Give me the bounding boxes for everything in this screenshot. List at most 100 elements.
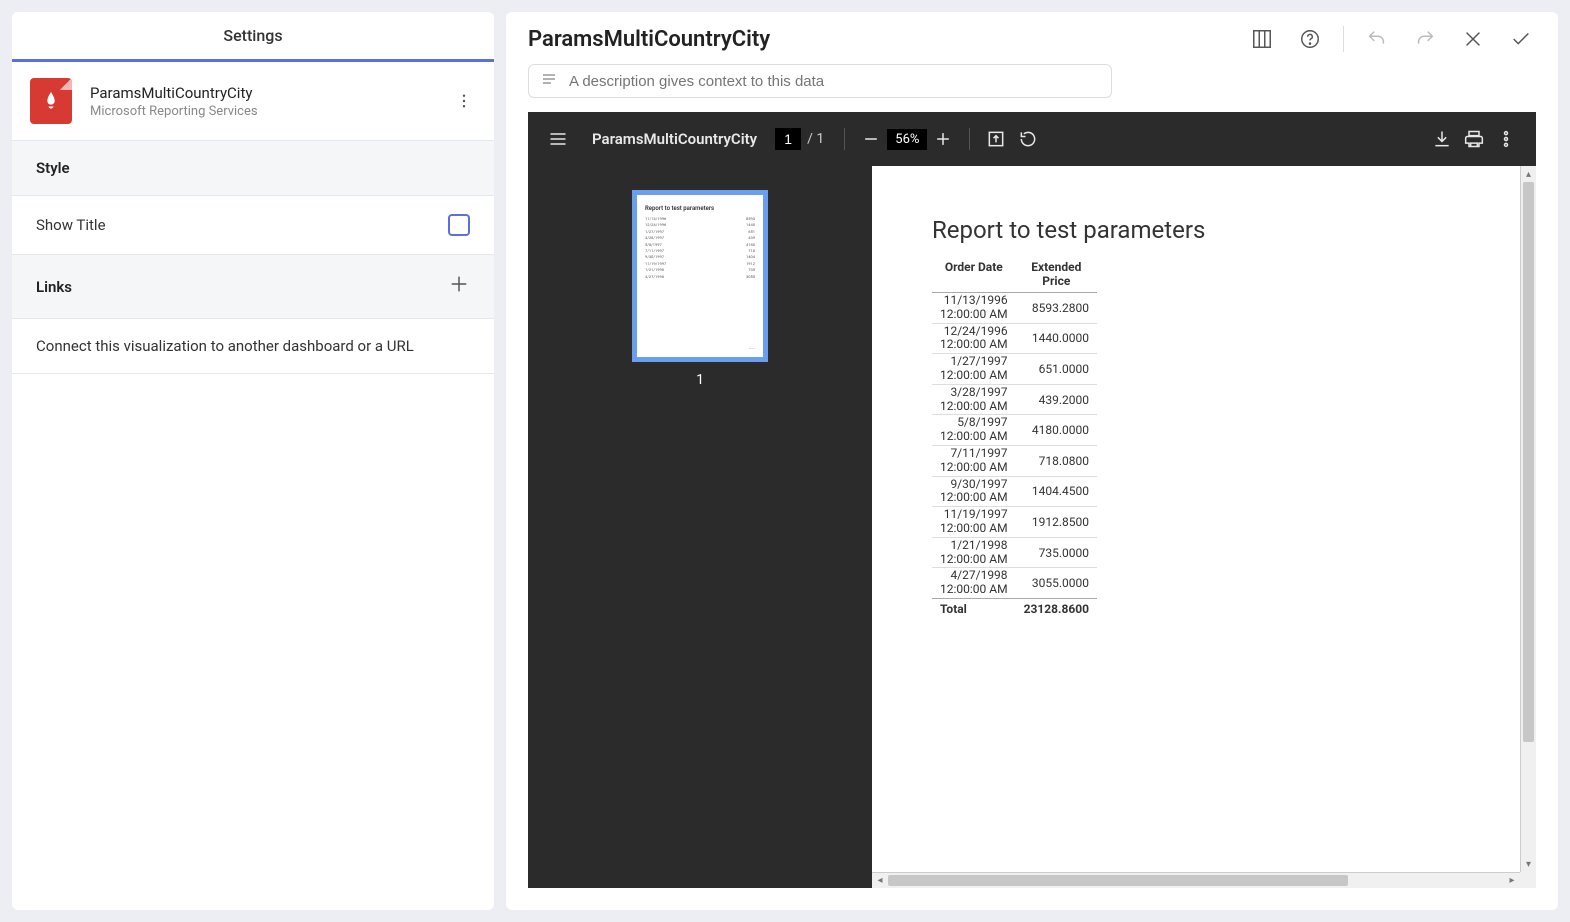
table-row: 5/8/199712:00:00 AM4180.0000 [932, 415, 1097, 446]
cell-price: 8593.2800 [1016, 293, 1097, 324]
report-source: Microsoft Reporting Services [90, 104, 452, 119]
cell-date: 5/8/199712:00:00 AM [932, 415, 1016, 446]
col-order-date: Order Date [932, 258, 1016, 293]
description-field[interactable] [528, 64, 1112, 98]
preview-panel: ParamsMultiCountryCity [506, 12, 1558, 910]
report-table: Order Date ExtendedPrice 11/13/199612:00… [932, 258, 1097, 617]
viewer-doc-title: ParamsMultiCountryCity [592, 130, 757, 148]
links-label: Links [36, 278, 72, 296]
scroll-right-icon[interactable]: ▸ [1504, 873, 1520, 888]
page-thumbnail[interactable]: Report to test parameters 11/13/19968593… [632, 190, 768, 362]
viewer-menu-icon[interactable] [542, 123, 574, 155]
report-source-row: ParamsMultiCountryCity Microsoft Reporti… [12, 62, 494, 141]
cell-date: 7/11/199712:00:00 AM [932, 445, 1016, 476]
cell-date: 11/13/199612:00:00 AM [932, 293, 1016, 324]
viewer-more-button[interactable] [1490, 123, 1522, 155]
cell-price: 1404.4500 [1016, 476, 1097, 507]
separator [844, 128, 845, 150]
page-total: / 1 [807, 131, 824, 147]
horizontal-scrollbar[interactable]: ◂ ▸ [872, 872, 1520, 888]
table-row: 11/13/199612:00:00 AM8593.2800 [932, 293, 1097, 324]
table-row: 1/27/199712:00:00 AM651.0000 [932, 354, 1097, 385]
cell-price: 3055.0000 [1016, 568, 1097, 599]
cell-price: 651.0000 [1016, 354, 1097, 385]
total-value: 23128.8600 [1016, 598, 1097, 617]
zoom-in-button[interactable] [927, 123, 959, 155]
report-page: Report to test parameters Order Date Ext… [872, 166, 1536, 667]
scroll-up-icon[interactable]: ▴ [1521, 166, 1536, 182]
cell-price: 1912.8500 [1016, 507, 1097, 538]
cell-price: 4180.0000 [1016, 415, 1097, 446]
scroll-down-icon[interactable]: ▾ [1521, 856, 1536, 872]
pdf-icon [30, 78, 72, 124]
table-row: 9/30/199712:00:00 AM1404.4500 [932, 476, 1097, 507]
redo-button[interactable] [1410, 24, 1440, 54]
pdf-viewer: ParamsMultiCountryCity / 1 56% [528, 112, 1536, 888]
undo-button[interactable] [1362, 24, 1392, 54]
table-row: 11/19/199712:00:00 AM1912.8500 [932, 507, 1097, 538]
page-number-input[interactable] [775, 128, 801, 150]
rotate-button[interactable] [1012, 123, 1044, 155]
add-link-button[interactable] [448, 273, 470, 300]
page-pane[interactable]: Report to test parameters Order Date Ext… [872, 166, 1536, 888]
links-help-text: Connect this visualization to another da… [12, 319, 494, 374]
viewer-body: Report to test parameters 11/13/19968593… [528, 166, 1536, 888]
report-meta: ParamsMultiCountryCity Microsoft Reporti… [90, 84, 452, 119]
zoom-out-button[interactable] [855, 123, 887, 155]
confirm-button[interactable] [1506, 24, 1536, 54]
separator [969, 128, 970, 150]
cell-date: 1/21/199812:00:00 AM [932, 537, 1016, 568]
vertical-scrollbar[interactable]: ▴ ▾ [1520, 166, 1536, 872]
total-row: Total23128.8600 [932, 598, 1097, 617]
table-row: 3/28/199712:00:00 AM439.2000 [932, 384, 1097, 415]
viewer-toolbar: ParamsMultiCountryCity / 1 56% [528, 112, 1536, 166]
report-name: ParamsMultiCountryCity [90, 84, 452, 102]
total-label: Total [932, 598, 1016, 617]
cell-price: 718.0800 [1016, 445, 1097, 476]
report-title: Report to test parameters [932, 216, 1476, 244]
close-button[interactable] [1458, 24, 1488, 54]
description-input[interactable] [569, 73, 1101, 90]
cell-date: 4/27/199812:00:00 AM [932, 568, 1016, 599]
grid-icon[interactable] [1247, 24, 1277, 54]
table-row: 12/24/199612:00:00 AM1440.0000 [932, 323, 1097, 354]
zoom-value[interactable]: 56% [887, 129, 927, 150]
links-section-header: Links [12, 255, 494, 319]
table-row: 4/27/199812:00:00 AM3055.0000 [932, 568, 1097, 599]
top-bar: ParamsMultiCountryCity [528, 24, 1536, 54]
fit-page-button[interactable] [980, 123, 1012, 155]
cell-date: 9/30/199712:00:00 AM [932, 476, 1016, 507]
show-title-checkbox[interactable] [448, 214, 470, 236]
description-icon [539, 71, 559, 91]
show-title-row: Show Title [12, 196, 494, 255]
settings-tab[interactable]: Settings [12, 12, 494, 62]
cell-date: 11/19/199712:00:00 AM [932, 507, 1016, 538]
cell-price: 735.0000 [1016, 537, 1097, 568]
vertical-scroll-thumb[interactable] [1523, 182, 1534, 742]
top-actions [1247, 24, 1536, 54]
thumb-title: Report to test parameters [645, 205, 755, 212]
cell-price: 1440.0000 [1016, 323, 1097, 354]
col-extended-price: ExtendedPrice [1016, 258, 1097, 293]
cell-date: 1/27/199712:00:00 AM [932, 354, 1016, 385]
cell-price: 439.2000 [1016, 384, 1097, 415]
print-button[interactable] [1458, 123, 1490, 155]
cell-date: 3/28/199712:00:00 AM [932, 384, 1016, 415]
report-menu-button[interactable] [452, 89, 476, 113]
visualization-title[interactable]: ParamsMultiCountryCity [528, 27, 770, 52]
thumb-footer: —— [749, 346, 755, 351]
table-row: 1/21/199812:00:00 AM735.0000 [932, 537, 1097, 568]
cell-date: 12/24/199612:00:00 AM [932, 323, 1016, 354]
horizontal-scroll-thumb[interactable] [888, 875, 1348, 886]
show-title-label: Show Title [36, 216, 106, 234]
thumbnail-pane: Report to test parameters 11/13/19968593… [528, 166, 872, 888]
separator [1343, 26, 1344, 52]
scroll-left-icon[interactable]: ◂ [872, 873, 888, 888]
scroll-corner [1520, 872, 1536, 888]
help-icon[interactable] [1295, 24, 1325, 54]
table-row: 7/11/199712:00:00 AM718.0800 [932, 445, 1097, 476]
thumbnail-number: 1 [696, 372, 704, 388]
download-button[interactable] [1426, 123, 1458, 155]
style-section-header: Style [12, 141, 494, 196]
settings-panel: Settings ParamsMultiCountryCity Microsof… [12, 12, 494, 910]
